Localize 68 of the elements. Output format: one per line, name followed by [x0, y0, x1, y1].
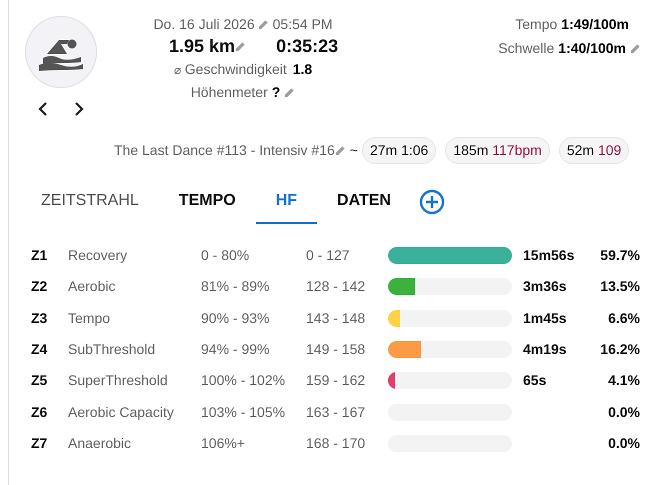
zone-percent-range: 103% - 105% [201, 402, 286, 422]
zone-bpm-range: 159 - 162 [306, 371, 366, 390]
zone-name: Aerobic Capacity [68, 402, 175, 422]
elevation-label: Höhenmeter [190, 83, 268, 102]
zone-bpm-range: 168 - 170 [306, 434, 366, 453]
workout-title: The Last Dance #113 - Intensiv #16 [114, 141, 335, 160]
tab[interactable]: HF [256, 180, 318, 224]
threshold-value: 1:40/100m [558, 39, 626, 58]
zone-bpm-range: 143 - 148 [306, 308, 366, 328]
interval-chip: 52m 109 [558, 137, 630, 164]
tab[interactable]: ZEITSTRAHL [21, 180, 159, 224]
edit-pencil-icon[interactable] [630, 43, 641, 54]
time-text: 05:54 PM [272, 15, 333, 34]
zone-percent-range: 106%+ [201, 434, 246, 453]
speed-value: 1.8 [292, 60, 312, 79]
edit-pencil-icon[interactable] [258, 19, 269, 30]
pace-value: 1:49/100m [561, 15, 629, 34]
interval-chip: 185m 117bpm [445, 137, 550, 164]
edit-pencil-icon[interactable] [334, 145, 346, 156]
zone-name: SubThreshold [68, 340, 156, 360]
duration-value: 0:35:23 [276, 35, 338, 57]
edit-pencil-icon[interactable] [235, 40, 246, 52]
zone-name: Recovery [68, 246, 128, 266]
zone-code: Z3 [31, 308, 48, 328]
speed-label: Geschwindigkeit [184, 60, 287, 79]
zone-name: Anaerobic [68, 434, 132, 453]
zone-time: 65s [523, 371, 548, 390]
zone-percent-range: 100% - 102% [201, 371, 286, 390]
zone-name: SuperThreshold [68, 371, 169, 390]
zone-percent-range: 90% - 93% [201, 308, 270, 328]
tab[interactable]: DATEN [317, 180, 411, 224]
zone-name: Aerobic [68, 277, 116, 296]
tab[interactable]: TEMPO [158, 180, 256, 224]
zone-bpm-range: 149 - 158 [306, 340, 366, 360]
add-circle-icon[interactable] [418, 189, 445, 215]
elevation-value: ? [272, 83, 280, 102]
zone-share: 16.2% [599, 340, 640, 360]
zone-percent-range: 94% - 99% [201, 340, 270, 360]
average-symbol: ⌀ [174, 62, 181, 78]
date-text: Do. 16 Juli 2026 [153, 15, 255, 34]
zone-percent-range: 81% - 89% [201, 277, 270, 296]
zone-share: 4.1% [607, 371, 640, 390]
zone-name: Tempo [68, 308, 112, 328]
interval-chip: 27m 1:06 [362, 137, 436, 164]
zone-share: 0.0% [607, 434, 640, 453]
zone-time: 1m45s [523, 308, 568, 328]
pace-label: Tempo [515, 15, 558, 34]
zone-code: Z4 [31, 340, 48, 360]
edit-pencil-icon[interactable] [284, 87, 296, 98]
zone-code: Z5 [31, 371, 48, 390]
distance-value: 1.95 km [169, 35, 236, 57]
zone-code: Z2 [31, 277, 48, 296]
zone-code: Z1 [31, 246, 48, 266]
zone-time: 15m56s [523, 246, 576, 266]
threshold-label: Schwelle [498, 39, 554, 58]
zone-bpm-range: 128 - 142 [306, 277, 366, 296]
zone-bpm-range: 163 - 167 [306, 402, 366, 422]
zone-share: 0.0% [607, 402, 640, 422]
zone-code: Z6 [31, 402, 48, 422]
zone-share: 6.6% [607, 308, 640, 328]
zone-percent-range: 0 - 80% [201, 246, 250, 266]
tilde-text: ~ [350, 141, 358, 160]
zone-share: 13.5% [599, 277, 640, 296]
zone-time: 4m19s [523, 340, 568, 360]
zone-share: 59.7% [599, 246, 640, 266]
zone-time: 3m36s [523, 277, 568, 296]
zone-code: Z7 [31, 434, 48, 453]
zone-bpm-range: 0 - 127 [306, 246, 351, 266]
